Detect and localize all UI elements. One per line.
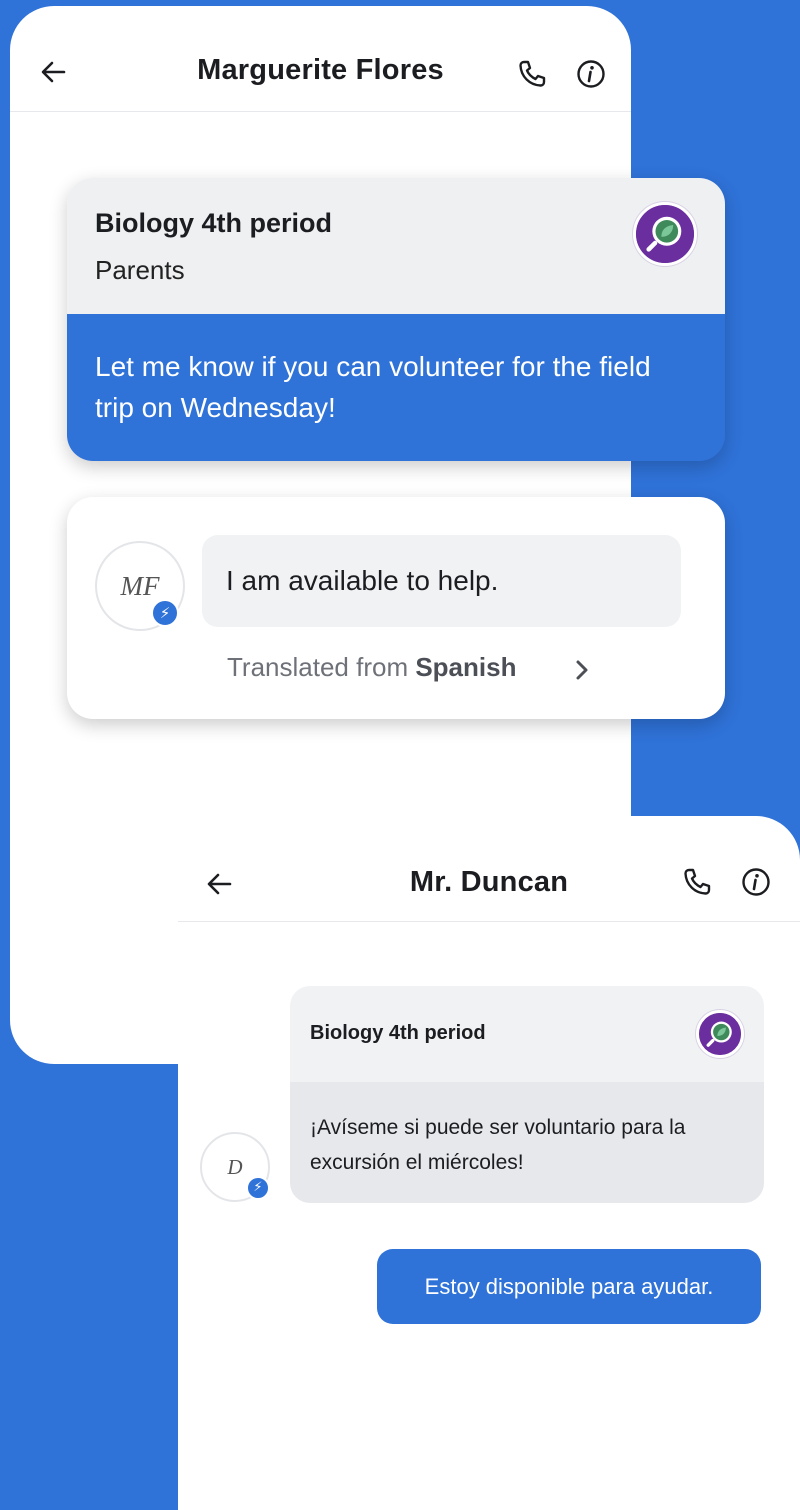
broadcast-header: Biology 4th period Parents: [67, 178, 725, 314]
received-message-header: Biology 4th period: [290, 986, 764, 1082]
class-name: Biology 4th period: [310, 1022, 486, 1044]
broadcast-message-card[interactable]: Biology 4th period Parents Let me know i…: [67, 178, 725, 461]
chat-header: Marguerite Flores: [10, 6, 631, 112]
translation-link[interactable]: Translated from Spanish: [227, 652, 516, 683]
magnifier-leaf-icon: [633, 202, 697, 266]
reply-message-card[interactable]: MF ⚡ I am available to help. Translated …: [67, 497, 725, 719]
sent-message-bubble[interactable]: Estoy disponible para ayudar.: [377, 1249, 761, 1324]
phone-icon[interactable]: [516, 58, 548, 90]
phone-icon[interactable]: [681, 866, 713, 898]
lightning-bolt-icon: ⚡: [151, 599, 179, 627]
reply-bubble: I am available to help.: [202, 535, 681, 627]
avatar-initials: MF: [120, 571, 160, 601]
info-icon[interactable]: [575, 58, 607, 90]
chevron-right-icon[interactable]: [572, 658, 592, 682]
translated-language: Spanish: [415, 652, 517, 682]
lightning-bolt-icon: ⚡: [246, 1176, 270, 1200]
info-icon[interactable]: [740, 866, 772, 898]
received-message-card[interactable]: Biology 4th period ¡Avíseme si puede ser…: [290, 986, 764, 1203]
class-name: Biology 4th period: [95, 208, 333, 238]
chat-header: Mr. Duncan: [178, 816, 800, 922]
translated-prefix: Translated from: [227, 652, 416, 682]
magnifier-leaf-icon: [696, 1010, 744, 1058]
received-message-text: ¡Avíseme si puede ser voluntario para la…: [290, 1082, 764, 1203]
teacher-chat-screen: Mr. Duncan Biology 4th period ¡Avíseme s…: [178, 816, 800, 1510]
broadcast-text: Let me know if you can volunteer for the…: [67, 314, 725, 461]
audience-label: Parents: [95, 255, 185, 285]
avatar-initials: D: [227, 1155, 243, 1179]
